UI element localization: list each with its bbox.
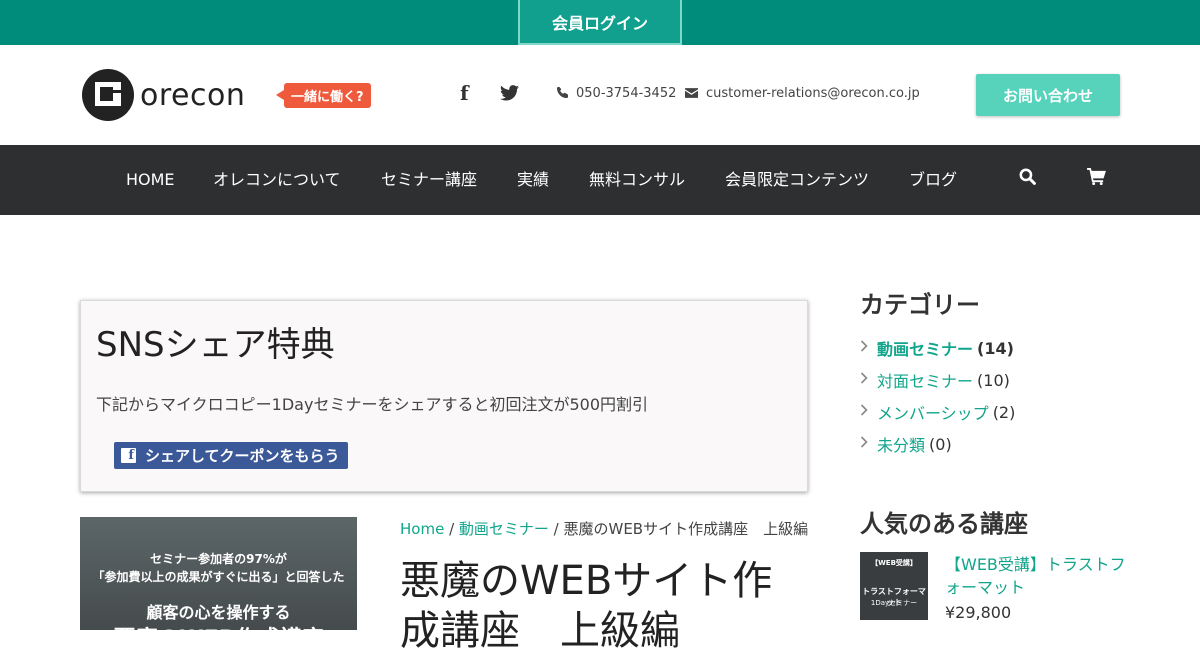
nav-item-seminars[interactable]: セミナー講座: [381, 145, 477, 215]
nav-item-home[interactable]: HOME: [126, 145, 175, 215]
nav-item-results[interactable]: 実績: [517, 145, 549, 215]
inquiry-button[interactable]: お問い合わせ: [976, 74, 1120, 116]
twitter-icon[interactable]: [500, 85, 519, 106]
member-login-button[interactable]: 会員ログイン: [518, 0, 682, 45]
thumbnail-line3: 1Dayセミナー: [870, 599, 918, 607]
category-count: (14): [977, 338, 1014, 358]
category-link[interactable]: メンバーシップ: [877, 400, 989, 424]
category-link[interactable]: 対面セミナー: [877, 368, 973, 392]
facebook-share-label: シェアしてクーポンをもらう: [145, 447, 340, 465]
breadcrumb-current: 悪魔のWEBサイト作成講座 上級編: [563, 520, 809, 538]
facebook-icon[interactable]: f: [460, 81, 469, 105]
product-image-line2: 「参加費以上の成果がすぐに出る」と回答した: [92, 570, 345, 584]
chevron-right-icon: [860, 372, 877, 388]
main-nav: HOME オレコンについて セミナー講座 実績 無料コンサル 会員限定コンテンツ…: [0, 145, 1200, 215]
envelope-icon: [685, 87, 698, 101]
category-list: 動画セミナー (14) 対面セミナー (10) メンバーシップ (2) 未分類 …: [860, 332, 1015, 460]
facebook-share-button[interactable]: f シェアしてクーポンをもらう: [114, 442, 348, 469]
thumbnail-line1: 【WEB受講】: [871, 559, 917, 567]
share-box-text: 下記からマイクロコピー1Dayセミナーをシェアすると初回注文が500円割引: [96, 395, 648, 414]
phone-contact[interactable]: 050-3754-3452: [557, 86, 676, 101]
breadcrumb-separator: /: [444, 520, 459, 538]
chevron-right-icon: [860, 436, 877, 452]
list-item: 未分類 (0): [860, 428, 1015, 460]
breadcrumb-separator: /: [548, 520, 564, 538]
popular-course-thumbnail[interactable]: 【WEB受講】 トラストフォーマット 1Dayセミナー: [860, 552, 928, 620]
popular-course-price: ¥29,800: [945, 603, 1012, 622]
nav-item-blog[interactable]: ブログ: [909, 145, 957, 215]
list-item: 対面セミナー (10): [860, 364, 1015, 396]
cart-icon[interactable]: [1087, 145, 1106, 215]
product-image[interactable]: セミナー参加者の97%が 「参加費以上の成果がすぐに出る」と回答した 顧客の心を…: [80, 517, 357, 630]
sns-share-box: SNSシェア特典 下記からマイクロコピー1Dayセミナーをシェアすると初回注文が…: [80, 300, 808, 492]
logo-text: orecon: [140, 77, 246, 113]
product-image-line4: 悪魔のWEB作成講座: [80, 621, 357, 630]
breadcrumb: Home / 動画セミナー / 悪魔のWEBサイト作成講座 上級編: [400, 518, 808, 539]
product-image-line3: 顧客の心を操作する: [146, 603, 291, 622]
share-box-title: SNSシェア特典: [96, 325, 335, 365]
breadcrumb-category-link[interactable]: 動画セミナー: [459, 520, 549, 538]
site-logo[interactable]: orecon: [82, 69, 252, 121]
top-bar: 会員ログイン: [0, 0, 1200, 45]
category-count: (2): [992, 402, 1016, 422]
chevron-right-icon: [860, 404, 877, 420]
work-with-us-badge[interactable]: 一緒に働く?: [276, 83, 371, 108]
breadcrumb-home-link[interactable]: Home: [400, 520, 444, 538]
logo-mark-icon: [82, 69, 134, 121]
nav-item-members-content[interactable]: 会員限定コンテンツ: [725, 145, 869, 215]
product-image-line1: セミナー参加者の97%が: [150, 552, 287, 566]
categories-heading: カテゴリー: [860, 291, 980, 319]
search-icon[interactable]: [1019, 145, 1036, 215]
chevron-right-icon: [860, 340, 877, 356]
nav-item-free-consult[interactable]: 無料コンサル: [589, 145, 685, 215]
list-item: メンバーシップ (2): [860, 396, 1015, 428]
category-count: (10): [977, 370, 1010, 390]
popular-course-link[interactable]: 【WEB受講】トラストフォーマット: [945, 553, 1135, 599]
category-count: (0): [929, 434, 952, 454]
facebook-icon: f: [121, 448, 136, 463]
nav-item-about[interactable]: オレコンについて: [213, 145, 341, 215]
product-title: 悪魔のWEBサイト作成講座 上級編: [400, 558, 773, 654]
email-address: customer-relations@orecon.co.jp: [706, 86, 920, 101]
phone-icon: [557, 86, 568, 101]
category-link[interactable]: 動画セミナー: [877, 336, 973, 360]
category-link[interactable]: 未分類: [877, 432, 925, 456]
list-item: 動画セミナー (14): [860, 332, 1015, 364]
site-header: orecon 一緒に働く? f 050-3754-3452 customer-r…: [0, 45, 1200, 145]
phone-number: 050-3754-3452: [576, 86, 677, 101]
email-contact[interactable]: customer-relations@orecon.co.jp: [685, 86, 920, 101]
popular-courses-heading: 人気のある講座: [860, 510, 1028, 538]
